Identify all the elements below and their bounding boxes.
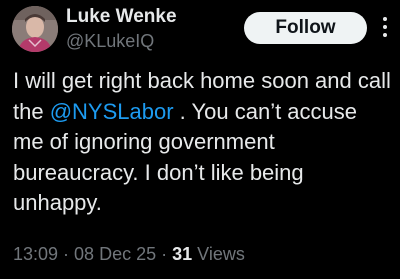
views-count: 31	[172, 244, 193, 264]
meta-separator: ·	[58, 244, 75, 264]
mention-link[interactable]: @NYSLabor	[50, 99, 174, 124]
avatar[interactable]	[12, 6, 58, 52]
author-handle[interactable]: @KLukeIQ	[66, 31, 154, 52]
tweet-date[interactable]: 08 Dec 25	[74, 244, 156, 264]
more-options-icon[interactable]	[379, 14, 391, 40]
author-name[interactable]: Luke Wenke	[66, 6, 177, 28]
meta-separator: ·	[156, 244, 173, 264]
profile-photo-icon	[12, 6, 58, 52]
tweet-meta: 13:09 · 08 Dec 25 · 31 Views	[13, 244, 245, 265]
tweet-time[interactable]: 13:09	[13, 244, 58, 264]
dot	[383, 33, 387, 37]
views-label: Views	[192, 244, 245, 264]
dot	[383, 17, 387, 21]
follow-button[interactable]: Follow	[244, 12, 367, 44]
dot	[383, 25, 387, 29]
tweet-header: Luke Wenke @KLukeIQ Follow	[0, 0, 400, 62]
tweet-text: I will get right back home soon and call…	[13, 66, 393, 219]
